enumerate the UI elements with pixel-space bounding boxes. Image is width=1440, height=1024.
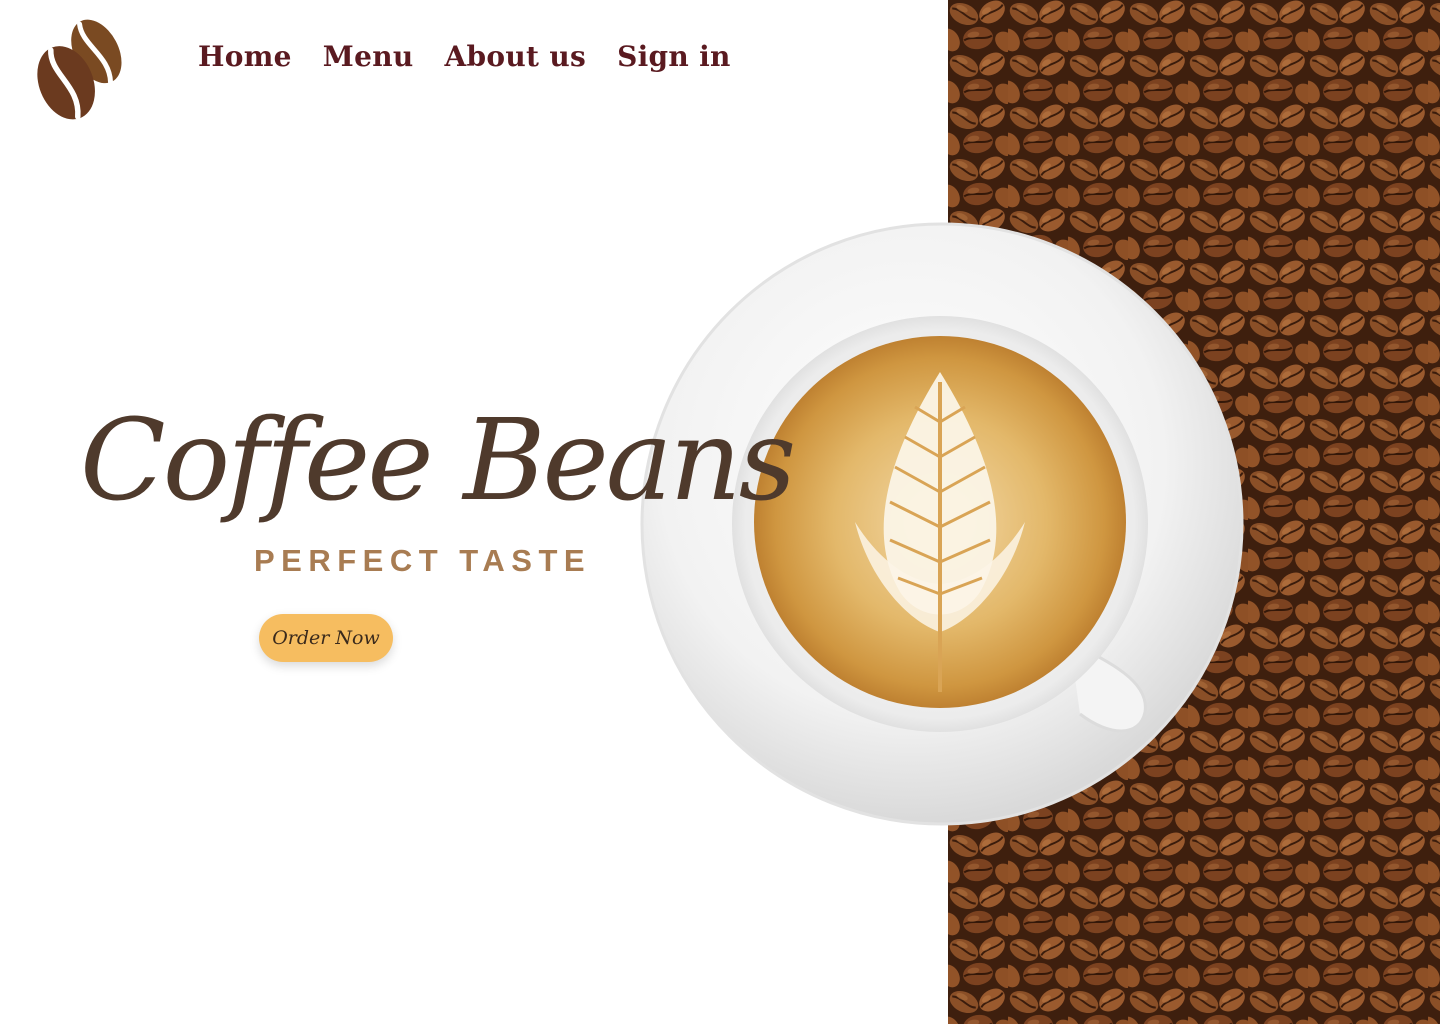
order-now-button[interactable]: Order Now: [259, 614, 393, 662]
nav-link-home[interactable]: Home: [198, 40, 292, 73]
landing-page: Home Menu About us Sign in Coffee Beans …: [0, 0, 1440, 1024]
latte-cup-image: [640, 222, 1244, 826]
nav-link-about-us[interactable]: About us: [445, 40, 587, 73]
main-nav: Home Menu About us Sign in: [198, 40, 731, 73]
coffee-bean-logo-icon[interactable]: [30, 16, 132, 122]
nav-link-menu[interactable]: Menu: [323, 40, 414, 73]
hero-subtitle: PERFECT TASTE: [254, 543, 592, 578]
nav-link-sign-in[interactable]: Sign in: [617, 40, 731, 73]
hero-title: Coffee Beans: [80, 396, 796, 526]
